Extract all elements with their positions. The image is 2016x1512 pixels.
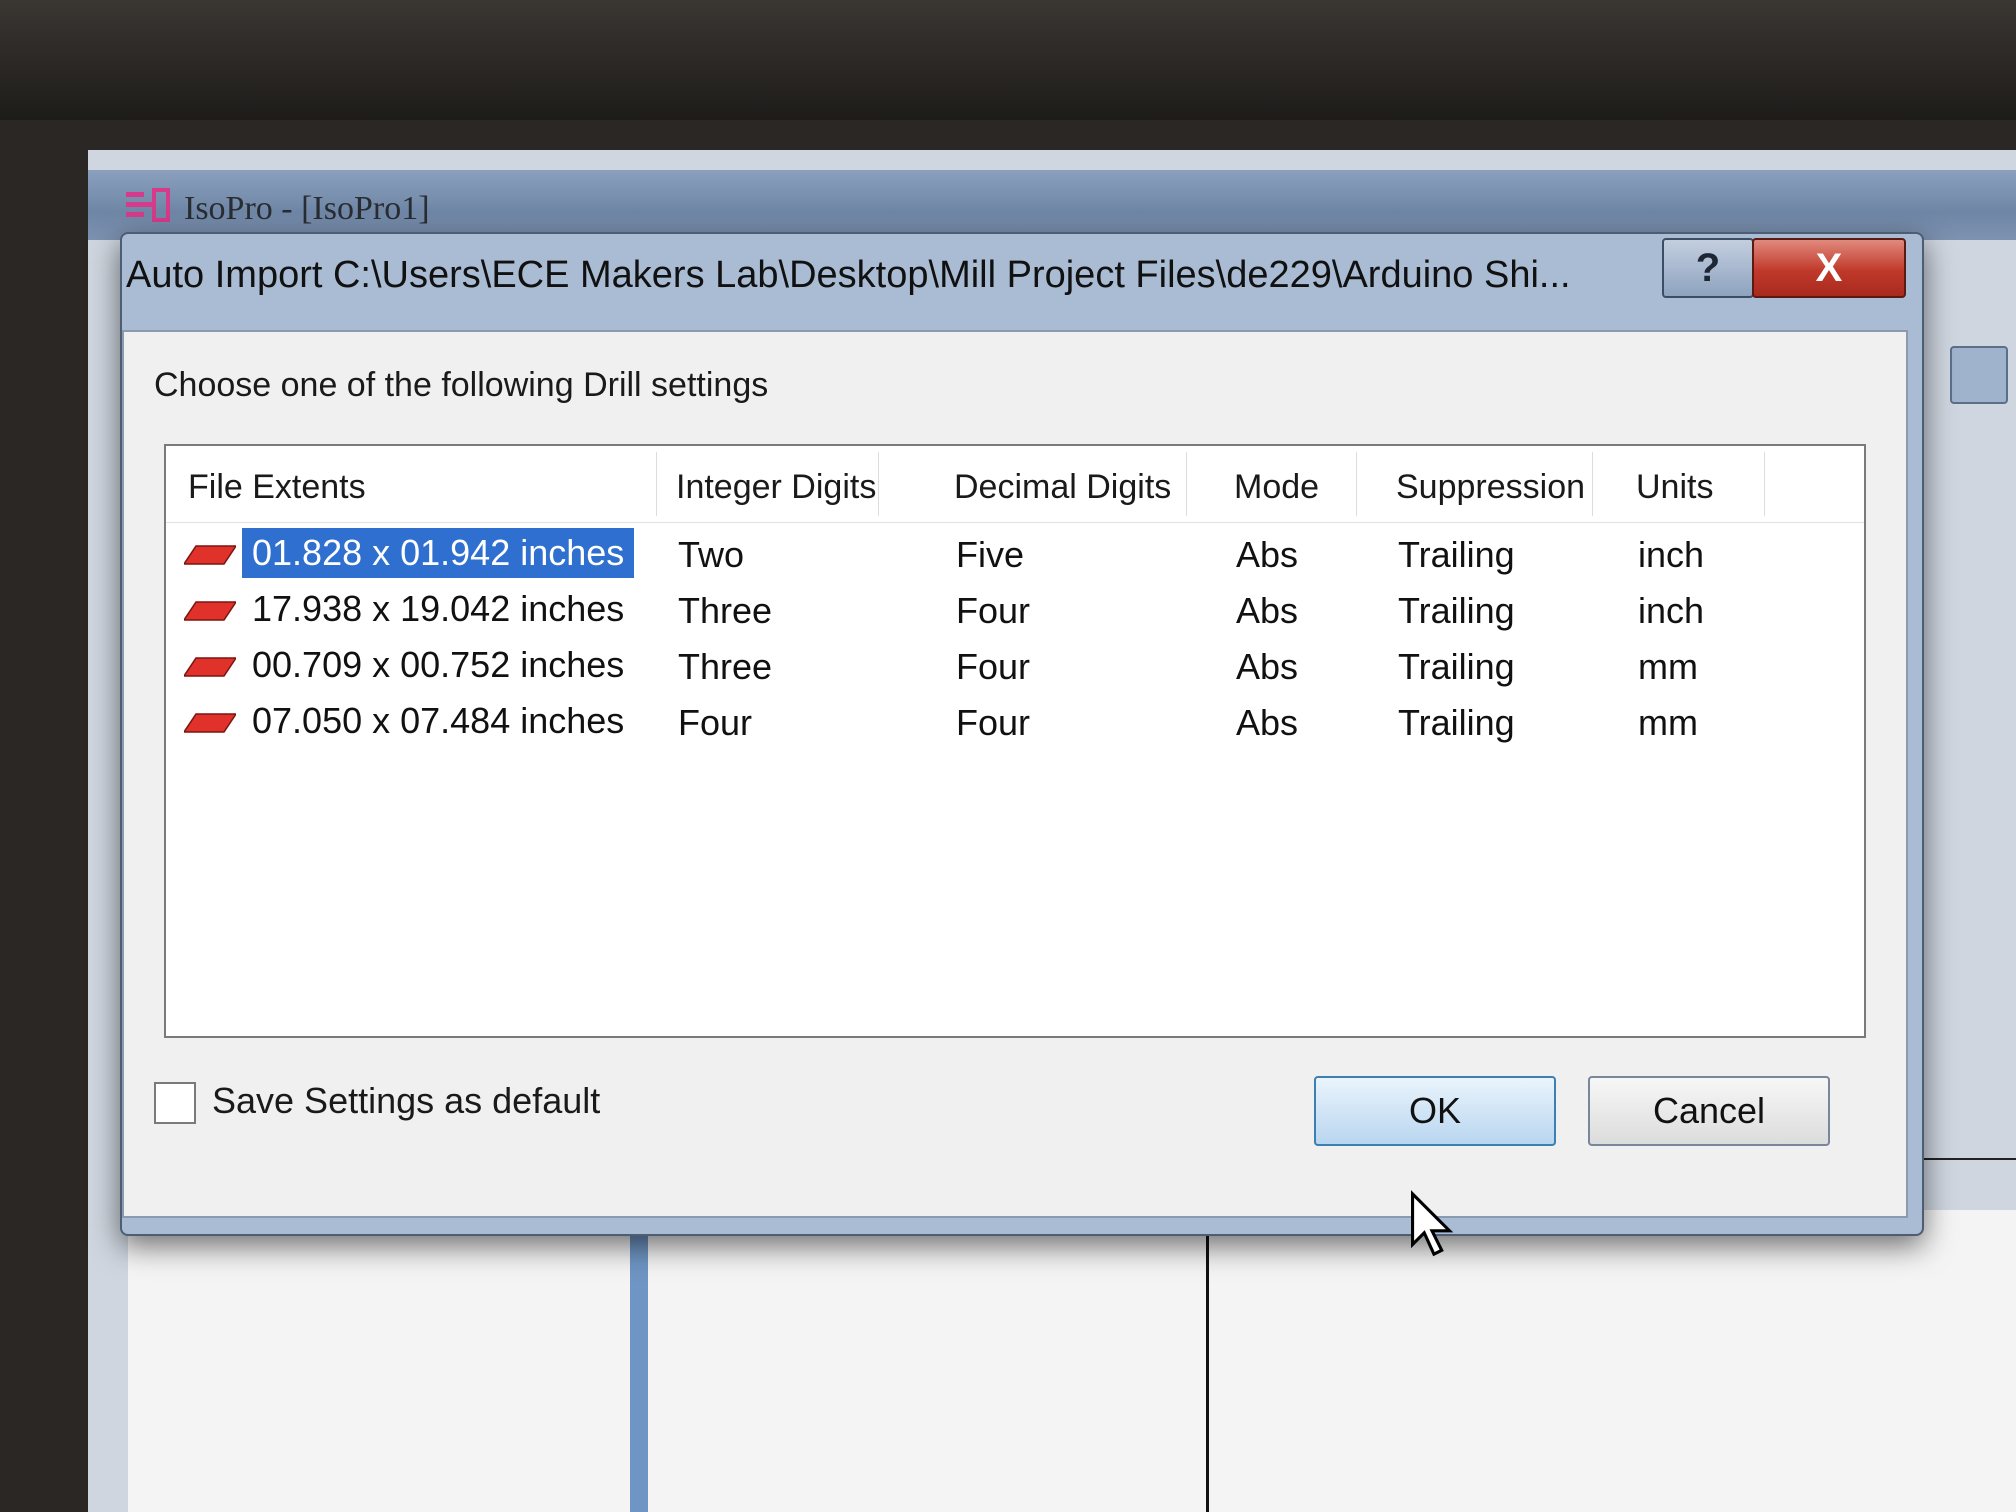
cell-decimal: Five [956,534,1025,575]
column-header-units[interactable]: Units [1636,468,1713,507]
list-header: File Extents Integer Digits Decimal Digi… [166,446,1864,523]
save-default-checkbox[interactable] [154,1082,196,1124]
column-separator[interactable] [1186,452,1187,516]
column-header-integer-digits[interactable]: Integer Digits [676,468,876,507]
column-header-file-extents[interactable]: File Extents [188,468,366,507]
cell-units: inch [1638,534,1705,575]
cell-suppression: Trailing [1398,646,1515,687]
cell-suppression: Trailing [1398,590,1515,631]
drill-layer-icon [184,545,236,565]
table-row[interactable]: 00.709 x 00.752 inches Three Four Abs Traili… [166,638,1864,694]
cell-mode: Abs [1236,534,1299,575]
cell-file-extents: 01.828 x 01.942 inches [242,528,635,578]
cell-suppression: Trailing [1398,702,1515,743]
cell-decimal: Four [956,702,1031,743]
app-titlebar: IsoPro - [IsoPro1] [88,170,2016,240]
isopro-app-icon [126,188,170,222]
save-default-label[interactable]: Save Settings as default [212,1080,600,1122]
help-button[interactable]: ? [1662,238,1754,298]
drill-settings-list[interactable]: File Extents Integer Digits Decimal Digi… [164,444,1866,1038]
column-separator[interactable] [1356,452,1357,516]
cell-suppression: Trailing [1398,534,1515,575]
column-separator[interactable] [656,452,657,516]
drill-layer-icon [184,657,236,677]
column-separator[interactable] [1764,452,1765,516]
column-separator[interactable] [1592,452,1593,516]
cell-file-extents: 07.050 x 07.484 inches [252,700,625,741]
cell-units: mm [1638,646,1698,687]
cell-mode: Abs [1236,702,1299,743]
cancel-button[interactable]: Cancel [1588,1076,1830,1146]
app-title: IsoPro - [IsoPro1] [184,190,430,227]
cell-mode: Abs [1236,590,1299,631]
cell-mode: Abs [1236,646,1299,687]
workspace-divider [630,1210,648,1512]
dialog-title: Auto Import C:\Users\ECE Makers Lab\Desk… [126,254,1571,296]
column-header-suppression[interactable]: Suppression [1396,468,1585,507]
auto-import-dialog: Auto Import C:\Users\ECE Makers Lab\Desk… [120,232,1924,1257]
table-row[interactable]: 07.050 x 07.484 inches Four Four Abs Trailin… [166,694,1864,750]
drill-layer-icon [184,713,236,733]
mouse-cursor-icon [1411,1190,1454,1257]
cell-integer: Three [678,590,773,631]
cell-file-extents: 00.709 x 00.752 inches [252,644,625,685]
ok-button[interactable]: OK [1314,1076,1556,1146]
cell-integer: Three [678,646,773,687]
workspace-line [1206,1210,1209,1512]
column-separator[interactable] [878,452,879,516]
cell-decimal: Four [956,590,1031,631]
cell-decimal: Four [956,646,1031,687]
drill-layer-icon [184,601,236,621]
close-button[interactable]: X [1752,238,1906,298]
dialog-body: Choose one of the following Drill settin… [122,330,1908,1257]
column-header-decimal-digits[interactable]: Decimal Digits [954,468,1171,507]
cell-file-extents: 17.938 x 19.042 inches [252,588,625,629]
table-row[interactable]: 01.828 x 01.942 inches Two Five Abs Trailing… [166,526,1864,582]
workspace-canvas[interactable] [128,1210,2016,1512]
cell-units: mm [1638,702,1698,743]
maximize-view-icon[interactable] [1950,346,2008,404]
column-header-mode[interactable]: Mode [1234,468,1319,507]
cell-integer: Four [678,702,753,743]
table-row[interactable]: 17.938 x 19.042 inches Three Four Abs Traili… [166,582,1864,638]
cell-units: inch [1638,590,1705,631]
cell-integer: Two [678,534,745,575]
monitor-bezel [0,0,2016,120]
prompt-text: Choose one of the following Drill settin… [154,366,769,404]
